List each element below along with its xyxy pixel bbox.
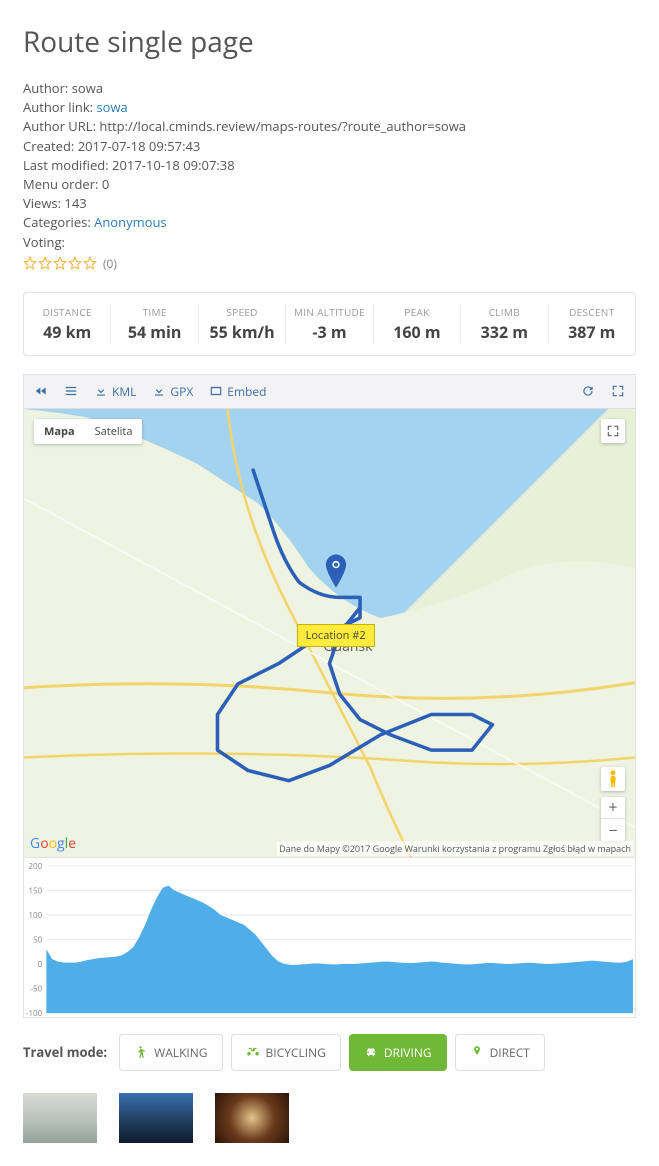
star-icon (83, 256, 97, 270)
travel-mode-label: Travel mode: (23, 1043, 107, 1061)
route-meta: Author: sowa Author link: sowa Author UR… (23, 79, 636, 272)
zoom-controls: + − (601, 797, 625, 841)
embed-button[interactable]: Embed (209, 383, 266, 400)
modified-value: 2017-10-18 09:07:38 (112, 156, 235, 174)
author-url-label: Author URL: (23, 117, 99, 135)
pegman-button[interactable] (601, 767, 625, 791)
walking-icon (134, 1045, 148, 1059)
author-link-label: Author link: (23, 98, 96, 116)
map-attribution: Dane do Mapy ©2017 Google Warunki korzys… (277, 841, 633, 856)
list-icon (64, 384, 78, 398)
rewind-icon (34, 384, 48, 398)
star-icon (38, 256, 52, 270)
fullscreen-button[interactable] (601, 419, 625, 443)
categories-label: Categories: (23, 213, 94, 231)
views-value: 143 (64, 194, 86, 212)
refresh-icon (581, 384, 595, 398)
zoom-in-button[interactable]: + (601, 797, 625, 819)
zoom-out-button[interactable]: − (601, 819, 625, 841)
elevation-chart: -100 -50 0 50 100 150 200 (23, 858, 636, 1018)
embed-icon (209, 384, 223, 398)
created-value: 2017-07-18 09:57:43 (78, 137, 201, 155)
image-thumbnails (23, 1093, 636, 1143)
bicycle-icon (246, 1045, 260, 1059)
stats-row: DISTANCE49 km TIME54 min SPEED55 km/h MI… (23, 292, 636, 356)
voting-label: Voting: (23, 233, 65, 251)
svg-text:100: 100 (28, 911, 42, 921)
modified-label: Last modified: (23, 156, 112, 174)
stat-climb: CLIMB332 m (461, 305, 548, 343)
author-link[interactable]: sowa (96, 98, 127, 116)
expand-icon (611, 384, 625, 398)
download-icon (152, 384, 166, 398)
svg-text:-100: -100 (26, 1009, 43, 1017)
views-label: Views: (23, 194, 64, 212)
travel-bicycling-button[interactable]: BICYCLING (231, 1034, 341, 1071)
thumbnail-2[interactable] (119, 1093, 193, 1143)
stat-speed: SPEED55 km/h (199, 305, 286, 343)
refresh-button[interactable] (581, 384, 595, 398)
pin-icon (470, 1045, 484, 1059)
rewind-button[interactable] (34, 384, 48, 398)
svg-text:150: 150 (28, 886, 42, 896)
stat-descent: DESCENT387 m (549, 305, 635, 343)
download-icon (94, 384, 108, 398)
svg-text:200: 200 (28, 862, 42, 872)
thumbnail-3[interactable] (215, 1093, 289, 1143)
page-title: Route single page (23, 23, 636, 61)
star-icon (68, 256, 82, 270)
travel-walking-button[interactable]: WALKING (119, 1034, 222, 1071)
svg-text:50: 50 (33, 935, 43, 945)
vote-count: (0) (103, 255, 117, 272)
author-label: Author: (23, 79, 72, 97)
map[interactable]: Gdańsk Location #2 Mapa Satelita + − Goo… (23, 408, 636, 858)
travel-direct-button[interactable]: DIRECT (455, 1034, 545, 1071)
stat-min-altitude: MIN ALTITUDE-3 m (286, 305, 373, 343)
download-kml-button[interactable]: KML (94, 383, 136, 400)
map-type-satellite[interactable]: Satelita (85, 419, 143, 444)
svg-text:0: 0 (38, 960, 43, 970)
pegman-icon (606, 770, 620, 788)
car-icon (364, 1045, 378, 1059)
list-button[interactable] (64, 384, 78, 398)
star-icon (53, 256, 67, 270)
fullscreen-icon (606, 424, 620, 438)
categories-link[interactable]: Anonymous (94, 213, 167, 231)
map-type-switcher: Mapa Satelita (34, 419, 142, 444)
stat-time: TIME54 min (111, 305, 198, 343)
travel-mode-row: Travel mode: WALKING BICYCLING DRIVING D… (23, 1034, 636, 1071)
download-gpx-button[interactable]: GPX (152, 383, 193, 400)
menu-order-label: Menu order: (23, 175, 102, 193)
stat-peak: PEAK160 m (374, 305, 461, 343)
map-toolbar: KML GPX Embed (23, 374, 636, 408)
created-label: Created: (23, 137, 78, 155)
author-value: sowa (72, 79, 103, 97)
map-type-map[interactable]: Mapa (34, 419, 85, 444)
map-marker[interactable] (325, 554, 347, 592)
expand-button[interactable] (611, 384, 625, 398)
location-label: Location #2 (297, 624, 375, 647)
author-url-value: http://local.cminds.review/maps-routes/?… (99, 117, 466, 135)
svg-text:-50: -50 (30, 984, 42, 994)
rating-stars[interactable] (23, 256, 97, 270)
menu-order-value: 0 (102, 175, 109, 193)
thumbnail-1[interactable] (23, 1093, 97, 1143)
travel-driving-button[interactable]: DRIVING (349, 1034, 447, 1071)
stat-distance: DISTANCE49 km (24, 305, 111, 343)
google-logo: Google (30, 834, 76, 853)
star-icon (23, 256, 37, 270)
